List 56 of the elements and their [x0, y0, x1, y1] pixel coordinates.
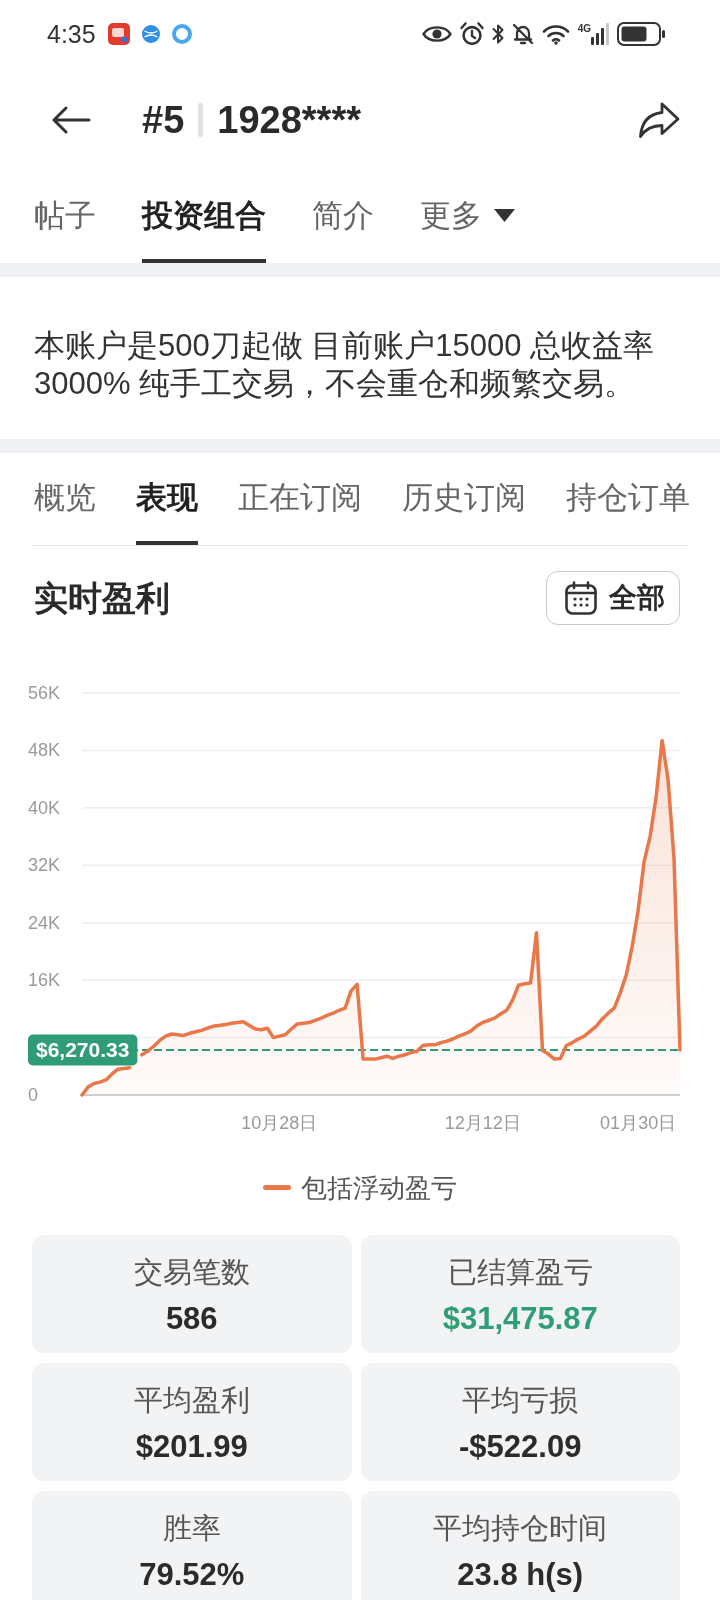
share-button[interactable]	[638, 101, 680, 139]
y-axis-label: 24K	[28, 912, 61, 933]
y-axis-label: 32K	[28, 855, 61, 876]
stat-label: 平均盈利	[132, 1383, 251, 1418]
range-button[interactable]: 全部	[546, 571, 680, 625]
stat-value: 23.8 h(s)	[456, 1556, 585, 1594]
x-axis-label: 10月28日	[241, 1113, 318, 1133]
status-time: 4:35	[47, 21, 96, 47]
rank-label: #5	[142, 101, 185, 139]
stat-value: $201.99	[134, 1428, 249, 1466]
wifi-icon	[541, 23, 570, 45]
caret-down-icon	[494, 209, 515, 222]
portfolio-tab[interactable]: 表现	[136, 453, 198, 545]
signal-icon	[591, 23, 609, 45]
y-axis-label: 48K	[28, 740, 61, 761]
x-axis-label: 12月12日	[444, 1113, 521, 1133]
ring-icon	[171, 24, 192, 44]
account-title: 1928****	[217, 101, 361, 139]
strategy-text: 本账户是500刀起做 目前账户15000 总收益率 3000% 纯手工交易，不会重仓和频繁交易。	[33, 327, 656, 403]
stat-label: 已结算盈亏	[446, 1255, 594, 1290]
globe-icon	[141, 25, 160, 43]
x-axis-label: 01月30日	[600, 1113, 677, 1133]
bell-off-icon	[511, 23, 534, 45]
stat-value: 586	[164, 1300, 219, 1338]
profile-tab[interactable]: 简介	[312, 172, 374, 263]
stat-label: 胜率	[161, 1511, 222, 1546]
section-title: 实时盈利	[34, 577, 170, 619]
back-arrow-icon	[51, 106, 91, 134]
portfolio-tab[interactable]: 历史订阅	[402, 453, 526, 545]
portfolio-tab[interactable]: 正在订阅	[238, 453, 362, 545]
ref-line-label: $6,270.33	[36, 1038, 130, 1062]
y-axis-label: 0	[28, 1085, 38, 1105]
value-tag: $6,270.33	[28, 1034, 138, 1066]
y-axis-label: 16K	[28, 970, 61, 991]
legend-label: 包括浮动盈亏	[301, 1174, 457, 1201]
portfolio-tab[interactable]: 概览	[34, 453, 96, 545]
share-arrow-icon	[638, 101, 680, 139]
y-axis-label: 56K	[28, 683, 61, 703]
profile-tab[interactable]: 更多	[420, 172, 515, 263]
calendar-icon	[565, 581, 597, 615]
stat-label: 平均亏损	[461, 1383, 580, 1418]
eye-icon	[421, 24, 452, 44]
stat-value: -$522.09	[458, 1428, 583, 1466]
bluetooth-icon	[491, 23, 504, 45]
y-axis-label: 40K	[28, 797, 61, 818]
portfolio-tab[interactable]: 持仓订单	[566, 453, 690, 545]
battery-icon	[617, 22, 665, 46]
stat-value: $31,475.87	[441, 1300, 599, 1338]
alarm-icon	[459, 22, 484, 46]
stat-value: 79.52%	[138, 1556, 246, 1594]
stat-label: 交易笔数	[132, 1255, 251, 1290]
back-button[interactable]	[51, 106, 91, 134]
app-icon	[107, 23, 130, 45]
profile-tab[interactable]: 帖子	[34, 172, 96, 263]
stat-label: 平均持仓时间	[432, 1511, 609, 1546]
network-type: 4G	[577, 24, 591, 34]
